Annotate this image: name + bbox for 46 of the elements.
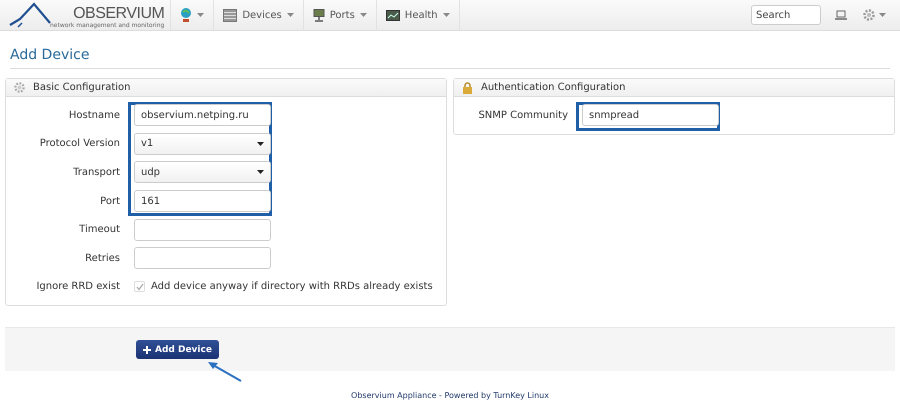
caret-icon	[257, 142, 264, 146]
nav-menu[interactable]: Ports	[304, 0, 377, 30]
network-port-icon	[312, 8, 325, 22]
dropdown[interactable]: v1	[134, 132, 271, 155]
caret-icon	[360, 13, 367, 17]
text-field[interactable]	[134, 247, 271, 270]
text-field[interactable]: observium.netping.ru	[134, 104, 271, 126]
footer-link[interactable]: TurnKey Linux	[493, 391, 549, 400]
caret-icon	[879, 13, 886, 17]
laptop-icon[interactable]	[835, 10, 847, 20]
padlock-icon	[462, 82, 473, 94]
footer-text: Observium Appliance - Powered by TurnKey Linux	[350, 391, 550, 400]
plus-icon	[143, 346, 151, 354]
field-label: Hostname	[68, 110, 120, 121]
server-icon	[223, 8, 238, 22]
caret-icon	[197, 13, 204, 17]
globe-icon	[180, 7, 192, 23]
page-title: Add Device	[10, 47, 890, 69]
monitor-chart-icon	[386, 10, 400, 20]
add-device-button[interactable]: Add Device	[136, 340, 219, 360]
field-label: Timeout	[78, 224, 120, 236]
panel-title: Authentication Configuration	[481, 82, 626, 93]
field-label: Ignore RRD exist	[35, 281, 120, 292]
logo-text: OBSERVIUM	[73, 6, 164, 22]
text-field[interactable]	[134, 218, 271, 241]
panel-title: Basic Configuration	[33, 82, 130, 93]
nav-menu[interactable]: Devices	[214, 0, 304, 30]
pointer-arrow	[207, 361, 243, 384]
field-label: Port	[99, 196, 120, 207]
field-label: Retries	[84, 252, 120, 264]
text-field[interactable]: 161	[134, 190, 271, 212]
field-label: Transport	[72, 166, 120, 178]
field-label: Protocol Version	[38, 138, 120, 150]
search-field[interactable]: Search	[751, 5, 821, 25]
settings-icon	[863, 9, 875, 21]
nav-menu[interactable]: Health	[376, 0, 460, 30]
caret-icon	[257, 170, 264, 174]
footer-link[interactable]: Observium Appliance	[351, 391, 437, 400]
caret-icon	[286, 13, 294, 17]
caret-icon	[442, 13, 450, 17]
field-label: SNMP Community	[477, 110, 568, 121]
settings-menu[interactable]	[863, 9, 886, 21]
dropdown[interactable]: udp	[134, 161, 271, 184]
text-field[interactable]: snmpread	[582, 104, 719, 126]
checkbox-label: Add device anyway if directory with RRDs already exists	[151, 281, 433, 292]
gear-icon	[14, 82, 25, 93]
